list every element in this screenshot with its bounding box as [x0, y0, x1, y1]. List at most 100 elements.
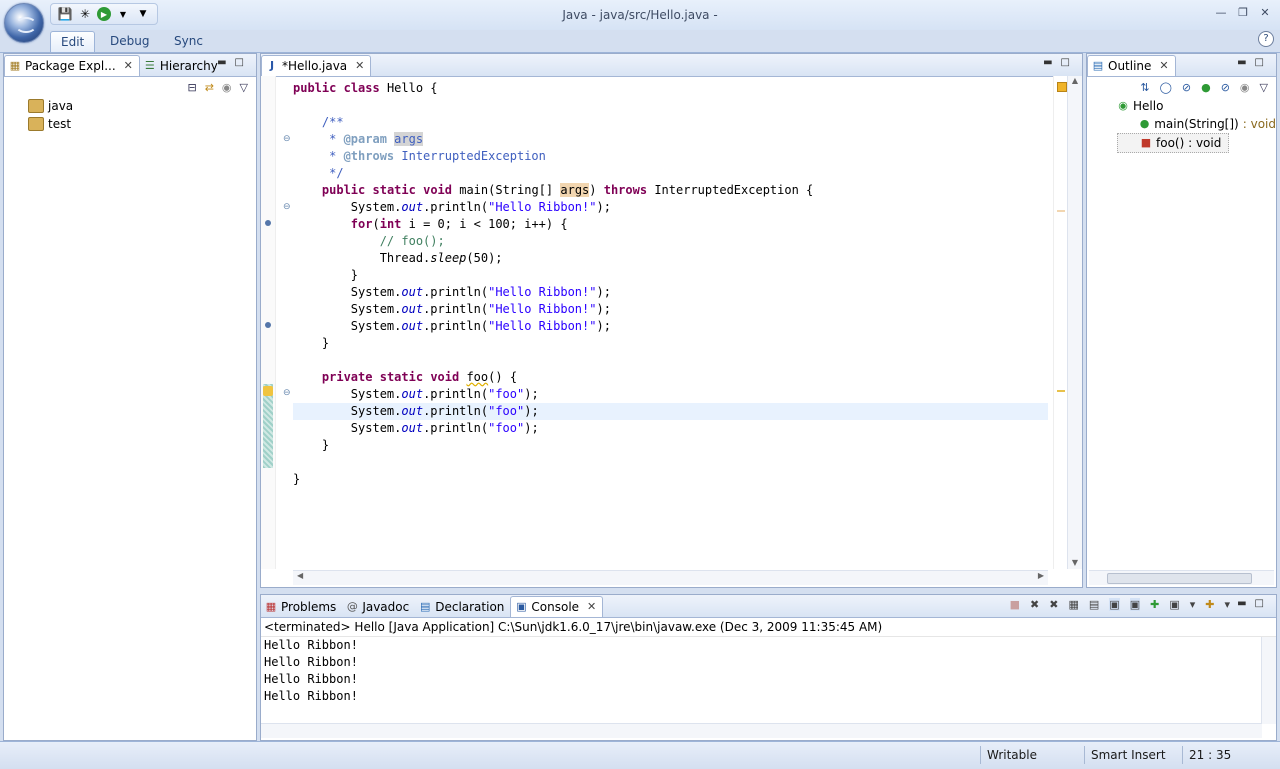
list-item[interactable]: test	[28, 115, 256, 133]
display-console-chevron-icon[interactable]: ▾	[1190, 598, 1196, 611]
hide-static-icon[interactable]: ⊘	[1182, 81, 1191, 94]
tab-console[interactable]: ▣ Console ✕	[510, 596, 604, 617]
show-on-stderr-icon[interactable]: ▣	[1129, 598, 1141, 611]
link-with-editor-icon[interactable]: ⇄	[205, 81, 214, 94]
console-line: Hello Ribbon!	[264, 672, 358, 686]
overview-warning-icon[interactable]	[1057, 82, 1067, 92]
tab-problems-label: Problems	[281, 600, 337, 614]
ribbon-tab-sync[interactable]: Sync	[164, 31, 213, 51]
code-line: System.out.println("foo");	[293, 387, 539, 401]
code-line: for(int i = 0; i < 100; i++) {	[350, 217, 568, 231]
list-item[interactable]: java	[28, 97, 256, 115]
view-menu-chevron-icon[interactable]: ▽	[240, 81, 248, 94]
hide-nonpublic-icon[interactable]: ●	[1201, 81, 1211, 94]
outline-view: ▤ Outline ✕ ▬□ ⇅ ◯ ⊘ ● ⊘ ◉ ▽ ◉ Hello ● m…	[1086, 53, 1277, 588]
outline-foo-label: foo() : void	[1156, 136, 1222, 150]
remove-launch-icon[interactable]: ✖	[1030, 598, 1039, 611]
code-line: public static void main(String[] args) t…	[321, 183, 814, 197]
clear-console-icon[interactable]: ▦	[1068, 598, 1078, 611]
view-min-max-icons[interactable]: ▬□	[1237, 57, 1272, 68]
editor-horizontal-scrollbar[interactable]: ◀ ▶	[293, 570, 1048, 585]
outline-class-label: Hello	[1133, 99, 1164, 113]
console-output[interactable]: Hello Ribbon! Hello Ribbon! Hello Ribbon…	[261, 636, 1276, 705]
overview-occurrence-mark[interactable]	[1057, 210, 1065, 212]
filter-icon[interactable]: ◉	[1240, 81, 1250, 94]
overview-ruler	[1053, 76, 1068, 569]
ribbon-tab-edit[interactable]: Edit	[50, 31, 96, 52]
view-min-max-icons[interactable]: ▬□	[217, 57, 252, 68]
warning-marker-icon[interactable]	[263, 386, 273, 396]
maximize-icon[interactable]: ❐	[1232, 6, 1254, 22]
java-project-icon	[28, 117, 44, 131]
tab-hello-java[interactable]: J *Hello.java ✕	[261, 55, 372, 76]
tab-problems[interactable]: ▦ Problems	[261, 597, 342, 617]
code-line: }	[293, 268, 359, 282]
close-icon[interactable]: ✕	[1254, 6, 1276, 22]
outline-class-item[interactable]: ◉ Hello	[1117, 97, 1276, 115]
breakpoint-marker-icon[interactable]	[265, 322, 271, 328]
pin-console-icon[interactable]: ✚	[1150, 598, 1159, 611]
open-console-chevron-icon[interactable]: ▾	[1224, 598, 1230, 611]
overview-warning-mark[interactable]	[1057, 390, 1065, 392]
declaration-icon: ▤	[420, 600, 431, 613]
show-on-stdout-icon[interactable]: ▣	[1109, 598, 1120, 611]
terminate-icon[interactable]: ■	[1010, 598, 1020, 611]
filter-icon[interactable]: ◉	[222, 81, 232, 94]
scroll-down-icon[interactable]: ▼	[1068, 558, 1082, 567]
quick-diff-change-marker	[263, 384, 273, 468]
hide-fields-icon[interactable]: ◯	[1160, 81, 1172, 94]
help-icon[interactable]: ?	[1258, 31, 1274, 47]
close-tab-icon[interactable]: ✕	[355, 56, 364, 76]
view-menu-chevron-icon[interactable]: ▽	[1260, 81, 1268, 94]
tab-console-label: Console	[531, 600, 580, 614]
outline-main-label: main(String[])	[1154, 117, 1239, 131]
application-orb-button[interactable]	[4, 3, 44, 43]
console-horizontal-scrollbar[interactable]	[261, 723, 1262, 738]
outline-method-item-selected[interactable]: ■ foo() : void	[1117, 133, 1229, 153]
close-tab-icon[interactable]: ✕	[124, 56, 133, 76]
tab-javadoc[interactable]: @ Javadoc	[342, 597, 415, 617]
fold-foo-icon[interactable]: ⊖	[283, 388, 291, 398]
fold-javadoc-icon[interactable]: ⊖	[283, 134, 291, 144]
fold-main-icon[interactable]: ⊖	[283, 202, 291, 212]
breakpoint-marker-icon[interactable]	[265, 220, 271, 226]
tab-hierarchy[interactable]: ☰ Hierarchy	[140, 56, 224, 76]
remove-all-terminated-icon[interactable]: ✖	[1049, 598, 1058, 611]
tab-declaration[interactable]: ▤ Declaration	[415, 597, 510, 617]
code-line: System.out.println("foo");	[293, 421, 539, 435]
scroll-lock-icon[interactable]: ▤	[1089, 598, 1099, 611]
outline-tabs: ▤ Outline ✕ ▬□	[1087, 54, 1276, 77]
private-method-icon: ■	[1140, 136, 1152, 149]
view-min-max-icons[interactable]: ▬□	[1237, 598, 1272, 609]
tab-package-explorer[interactable]: ▦ Package Expl... ✕	[4, 55, 140, 76]
scroll-left-icon[interactable]: ◀	[297, 571, 303, 580]
close-tab-icon[interactable]: ✕	[587, 597, 596, 617]
collapse-all-icon[interactable]: ⊟	[187, 81, 196, 94]
code-editor[interactable]: public class Hello { /** * @param args *…	[293, 80, 1048, 565]
scroll-up-icon[interactable]: ▲	[1068, 76, 1082, 85]
minimize-icon[interactable]: —	[1210, 6, 1232, 22]
ribbon-tab-debug[interactable]: Debug	[100, 31, 159, 51]
public-method-icon: ●	[1139, 117, 1150, 130]
hide-local-types-icon[interactable]: ⊘	[1221, 81, 1230, 94]
scrollbar-thumb[interactable]	[1107, 573, 1252, 584]
outline-horizontal-scrollbar[interactable]	[1089, 570, 1274, 585]
tab-declaration-label: Declaration	[435, 600, 505, 614]
editor-vertical-scrollbar[interactable]: ▲ ▼	[1067, 76, 1082, 569]
code-line: }	[293, 438, 330, 452]
outline-method-item[interactable]: ● main(String[]) : void	[1117, 115, 1276, 133]
sort-alpha-icon[interactable]: ⇅	[1140, 81, 1149, 94]
java-file-icon: J	[269, 59, 275, 72]
code-line: * @throws InterruptedException	[293, 149, 546, 163]
open-console-icon[interactable]: ✚	[1205, 598, 1214, 611]
console-vertical-scrollbar[interactable]	[1261, 637, 1276, 724]
close-tab-icon[interactable]: ✕	[1159, 56, 1168, 76]
tab-outline[interactable]: ▤ Outline ✕	[1087, 55, 1176, 76]
view-min-max-icons[interactable]: ▬□	[1043, 57, 1078, 68]
scroll-right-icon[interactable]: ▶	[1038, 571, 1044, 580]
outline-toolbar: ⇅ ◯ ⊘ ● ⊘ ◉ ▽	[1087, 77, 1276, 97]
code-line: System.out.println("Hello Ribbon!");	[293, 285, 611, 299]
display-console-icon[interactable]: ▣	[1169, 598, 1179, 611]
